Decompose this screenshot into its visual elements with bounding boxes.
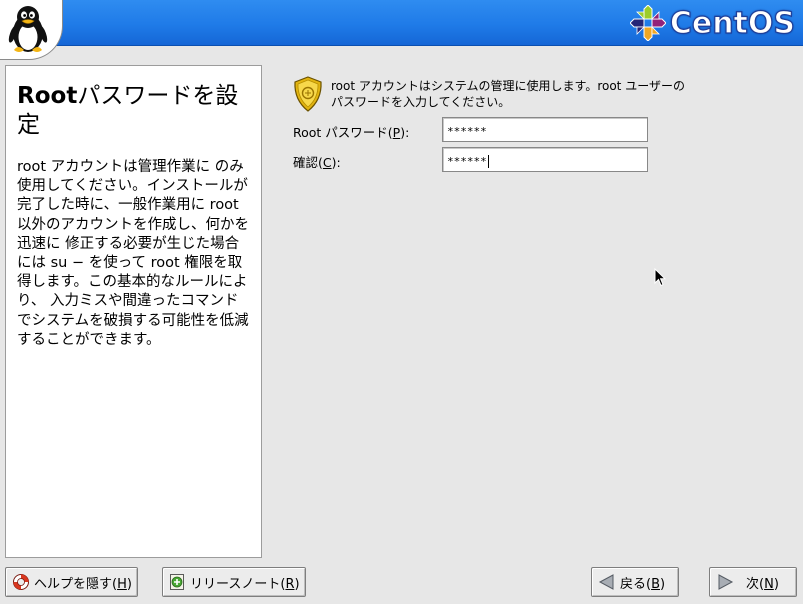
release-notes-button[interactable]: リリースノート(R) (162, 567, 306, 597)
help-text: root アカウントは管理作業に のみ 使用してください。インストールが完了した… (17, 159, 249, 348)
brand: CentOS (629, 4, 796, 42)
next-suffix: ) (773, 576, 779, 592)
help-panel: Rootパスワードを設定 root アカウントは管理作業に のみ 使用してくださ… (5, 65, 262, 558)
release-notes-text: リリースノート( (190, 576, 286, 592)
text-caret (487, 155, 489, 168)
hide-help-label: ヘルプを隠す(H) (34, 573, 132, 592)
back-suffix: ) (660, 576, 666, 592)
back-text: 戻る( (620, 576, 652, 592)
back-mnemonic: B (651, 576, 660, 592)
help-title-bold: Root (17, 83, 78, 109)
root-password-input[interactable]: ****** (442, 117, 648, 142)
tux-penguin-icon (8, 6, 48, 52)
centos-logo-icon (629, 5, 666, 41)
hide-help-suffix: ) (126, 576, 132, 592)
next-arrow-icon (718, 574, 734, 590)
next-mnemonic: N (764, 576, 774, 592)
mascot (0, 0, 63, 60)
hide-help-text: ヘルプを隠す( (34, 576, 118, 592)
confirm-password-label-suffix: ): (331, 155, 341, 170)
root-password-label: Root パスワード(P): (293, 122, 409, 141)
mouse-pointer-icon (654, 268, 666, 287)
confirm-password-input[interactable]: ****** (442, 147, 648, 172)
confirm-password-label-text: 確認( (293, 155, 323, 170)
root-password-value: ****** (447, 125, 487, 138)
back-label: 戻る(B) (620, 573, 665, 592)
root-password-label-text: Root パスワード( (293, 125, 393, 140)
hide-help-mnemonic: H (117, 576, 127, 592)
brand-name: CentOS (669, 5, 795, 41)
next-text: 次( (746, 576, 765, 592)
next-button[interactable]: 次(N) (709, 567, 797, 597)
root-password-label-suffix: ): (400, 125, 410, 140)
back-button[interactable]: 戻る(B) (591, 567, 679, 597)
hide-help-button[interactable]: ヘルプを隠す(H) (5, 567, 138, 597)
confirm-password-value: ****** (447, 155, 487, 168)
document-plus-icon (170, 574, 184, 590)
release-notes-suffix: ) (294, 576, 300, 592)
intro-text: root アカウントはシステムの管理に使用します。root ユーザーのパスワード… (331, 79, 685, 109)
header-banner: CentOS (0, 0, 803, 46)
release-notes-label: リリースノート(R) (190, 573, 300, 592)
back-arrow-icon (598, 574, 614, 590)
installer-window: CentOS Rootパスワードを設定 root アカウントは管理作業に のみ … (0, 0, 803, 604)
help-title: Rootパスワードを設定 (17, 82, 253, 140)
next-label: 次(N) (746, 573, 779, 592)
shield-icon (294, 76, 322, 112)
confirm-password-label-mnemonic: C (322, 155, 332, 170)
lifebuoy-icon (13, 574, 29, 590)
confirm-password-label: 確認(C): (293, 152, 341, 171)
